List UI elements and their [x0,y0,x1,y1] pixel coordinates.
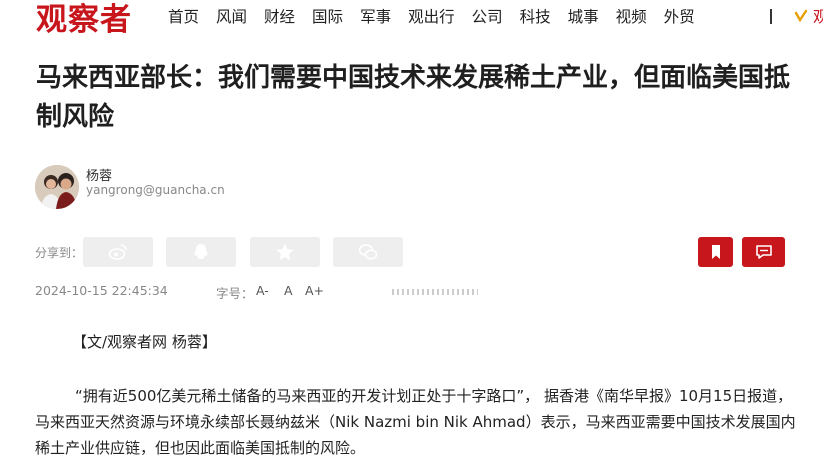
nav-item-city[interactable]: 城事 [568,6,599,28]
weibo-icon [108,244,127,260]
comment-button[interactable] [742,237,785,267]
nav-item-guan[interactable]: 观 [813,6,823,28]
font-size-decrease-button[interactable]: A- [256,283,269,298]
share-label: 分享到： [35,246,84,260]
author-avatar[interactable] [35,165,79,209]
bookmark-icon [711,245,720,259]
site-logo[interactable]: 观察者 [36,0,132,39]
publish-date: 2024-10-15 22:45:34 [35,283,168,298]
wechat-icon [358,244,378,260]
font-size-increase-button[interactable]: A+ [305,283,324,298]
nav-item-video[interactable]: 视频 [616,6,647,28]
article-title: 马来西亚部长：我们需要中国技术来发展稀土产业，但面临美国抵制风险 [36,63,791,132]
nav-divider [770,9,772,24]
author-email: yangrong@guancha.cn [86,183,225,197]
nav-item-home[interactable]: 首页 [168,6,199,28]
comment-icon [755,245,772,259]
share-wechat-button[interactable] [333,237,403,267]
font-size-label: 字号： [216,286,254,301]
main-nav: 首页 风闻 财经 国际 军事 观出行 公司 科技 城事 视频 外贸 [168,6,712,28]
qq-icon [194,244,208,259]
nav-item-international[interactable]: 国际 [312,6,343,28]
nav-item-travel[interactable]: 观出行 [408,6,455,28]
nav-item-company[interactable]: 公司 [472,6,503,28]
dotted-divider [392,289,478,295]
nav-item-fengwen[interactable]: 风闻 [216,6,247,28]
share-weibo-button[interactable] [83,237,153,267]
nav-item-trade[interactable]: 外贸 [664,6,695,28]
top-navigation: 观察者 首页 风闻 财经 国际 军事 观出行 公司 科技 城事 视频 外贸 观 [0,0,823,39]
article-paragraph: “拥有近500亿美元稀土储备的马来西亚的开发计划正处于十字路口”， 据香港《南华… [35,387,796,457]
nav-item-military[interactable]: 军事 [360,6,391,28]
app-badge-icon[interactable] [794,8,808,22]
article-source: 【文/观察者网 杨蓉】 [72,333,217,351]
share-favorite-button[interactable] [250,237,320,267]
star-icon [276,243,294,261]
nav-item-finance[interactable]: 财经 [264,6,295,28]
share-qq-button[interactable] [166,237,236,267]
nav-item-tech[interactable]: 科技 [520,6,551,28]
bookmark-button[interactable] [698,237,733,267]
author-name[interactable]: 杨蓉 [86,165,112,184]
font-size-default-button[interactable]: A [284,283,293,298]
